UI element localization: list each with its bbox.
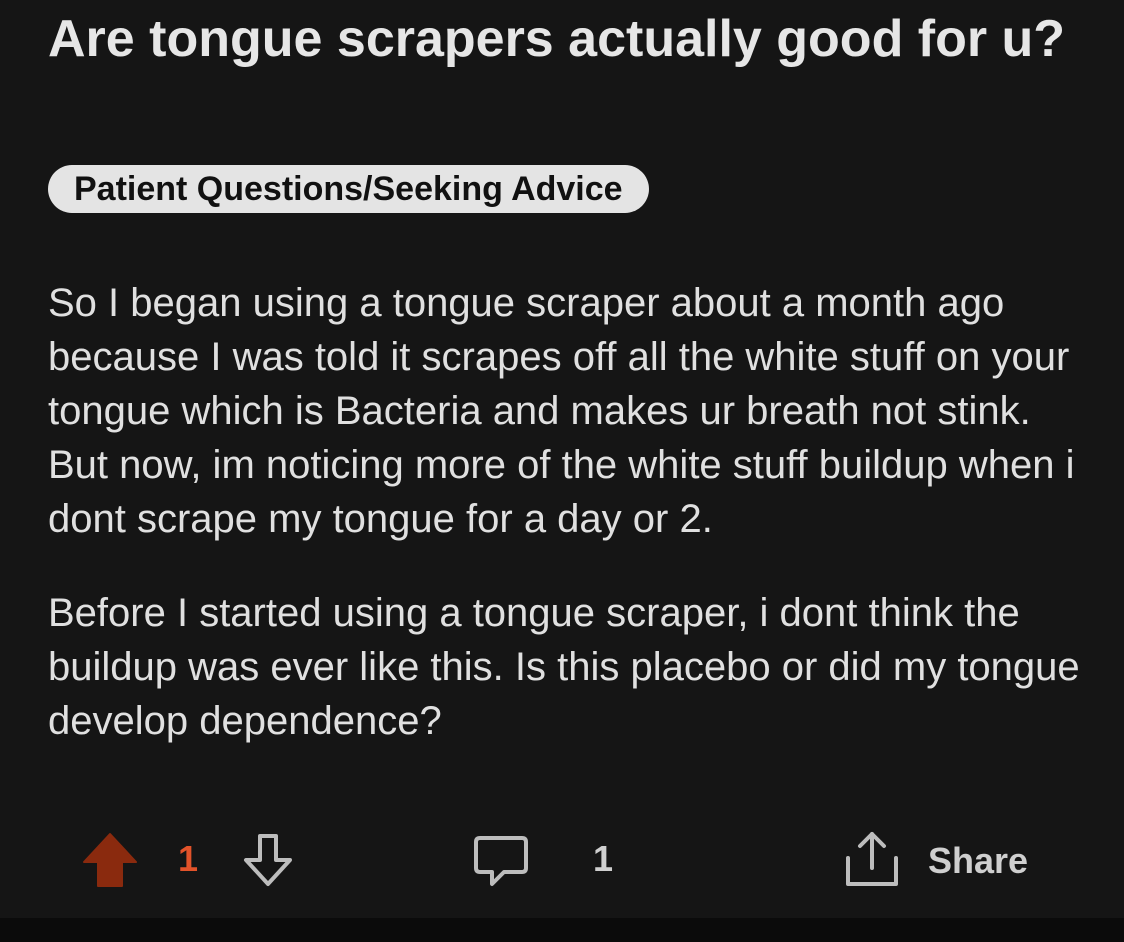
share-label: Share [928,840,1029,881]
bottom-divider [0,918,1124,942]
vote-count: 1 [178,838,199,879]
post-actions-bar: 1 1 Share [0,820,1124,900]
post-paragraph: So I began using a tongue scraper about … [48,281,1075,541]
post-body: So I began using a tongue scraper about … [48,276,1088,788]
share-upload-icon [846,832,898,886]
share-button[interactable]: Share [840,826,1050,892]
post-title[interactable]: Are tongue scrapers actually good for u? [48,8,1088,70]
upvote-arrow-icon [83,833,137,887]
post-flair[interactable]: Patient Questions/Seeking Advice [48,165,649,213]
comment-count: 1 [593,838,614,879]
downvote-button[interactable] [238,830,298,890]
post-card: Are tongue scrapers actually good for u?… [0,0,1124,918]
post-paragraph: Before I started using a tongue scraper,… [48,591,1080,743]
comment-button[interactable] [470,830,532,892]
comment-bubble-icon [474,836,528,886]
upvote-button[interactable] [80,830,140,890]
downvote-arrow-icon [244,834,292,886]
